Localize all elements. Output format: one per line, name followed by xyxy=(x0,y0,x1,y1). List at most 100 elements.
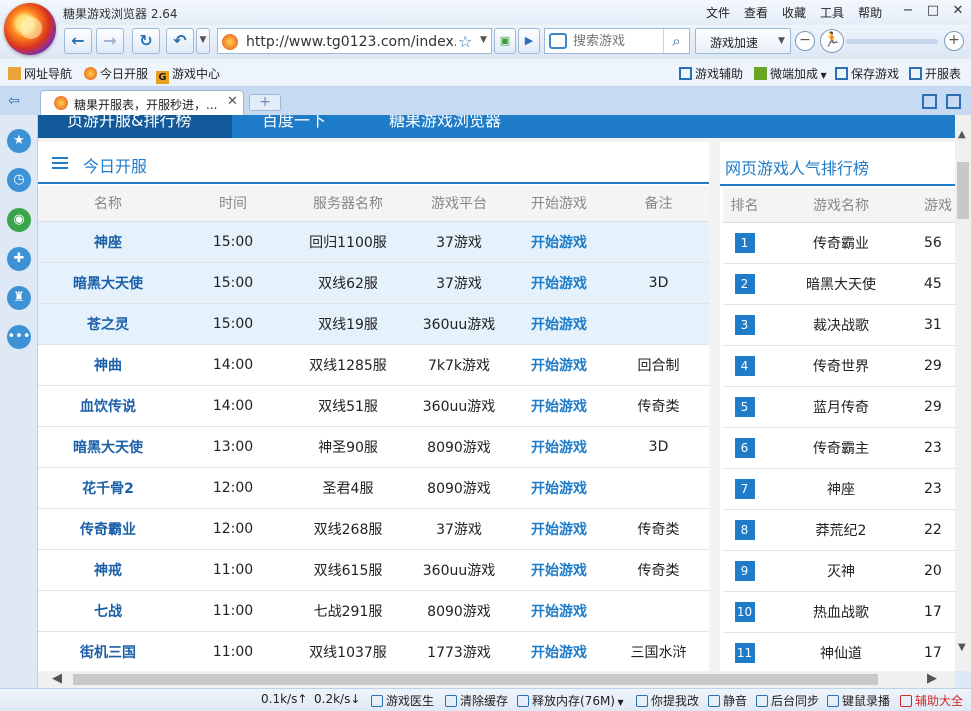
menu-file[interactable]: 文件 xyxy=(706,4,730,21)
game-name-link[interactable]: 七战 xyxy=(38,590,178,632)
game-name-link[interactable]: 街机三国 xyxy=(38,631,178,671)
game-name-link[interactable]: 暗黑大天使 xyxy=(38,426,178,468)
gamepad-icon[interactable]: ◉ xyxy=(7,208,31,232)
free-memory-button[interactable]: 释放内存(76M) ▼ xyxy=(517,692,624,709)
game-doctor-button[interactable]: 游戏医生 xyxy=(371,692,434,709)
close-window-icon[interactable]: ✕ xyxy=(948,2,968,20)
speed-increase-button[interactable]: + xyxy=(944,31,964,51)
feedback-button[interactable]: 你提我改 xyxy=(636,692,699,709)
rank-game-name[interactable]: 神仙道 xyxy=(766,632,916,671)
rank-game-name[interactable]: 裁决战歌 xyxy=(766,304,916,346)
bookmark-micro-client[interactable]: 微端加成 ▼ xyxy=(754,65,827,82)
game-speed-button[interactable]: 游戏加速 ▼ xyxy=(695,28,791,54)
forward-button[interactable]: → xyxy=(96,28,124,54)
rank-game-name[interactable]: 莽荒纪2 xyxy=(766,509,916,551)
search-icon[interactable]: ⌕ xyxy=(663,29,689,53)
start-game-link[interactable]: 开始游戏 xyxy=(510,221,608,263)
game-name-link[interactable]: 神曲 xyxy=(38,344,178,386)
background-sync-button[interactable]: 后台同步 xyxy=(756,692,819,709)
search-engine-icon[interactable] xyxy=(549,33,567,49)
search-input[interactable] xyxy=(573,32,663,50)
undo-close-button[interactable]: ↶ xyxy=(166,28,194,54)
rank-game-name[interactable]: 神座 xyxy=(766,468,916,510)
address-bar[interactable]: http://www.tg0123.com/index.h ☆ ▼ xyxy=(217,28,492,54)
site-nav-browser[interactable]: 糖果游戏浏览器 xyxy=(389,115,501,131)
bookmark-site-nav[interactable]: 网址导航 xyxy=(8,65,72,82)
site-nav-strip: 页游开服&排行榜 百度一下 糖果游戏浏览器 xyxy=(38,115,955,138)
site-nav-rank[interactable]: 页游开服&排行榜 xyxy=(67,115,191,131)
clear-cache-button[interactable]: 清除缓存 xyxy=(445,692,508,709)
go-button[interactable]: ▶ xyxy=(518,28,540,54)
new-tab-button[interactable]: + xyxy=(249,94,281,111)
medkit-icon[interactable]: ✚ xyxy=(7,247,31,271)
start-game-link[interactable]: 开始游戏 xyxy=(510,344,608,386)
rank-game-name[interactable]: 蓝月传奇 xyxy=(766,386,916,428)
bookmark-star-icon[interactable]: ☆ xyxy=(458,32,472,51)
menu-help[interactable]: 帮助 xyxy=(858,4,882,21)
scroll-left-icon[interactable]: ◀ xyxy=(52,671,62,686)
game-name-link[interactable]: 暗黑大天使 xyxy=(38,262,178,304)
start-game-link[interactable]: 开始游戏 xyxy=(510,590,608,632)
game-name-link[interactable]: 神座 xyxy=(38,221,178,263)
start-game-link[interactable]: 开始游戏 xyxy=(510,508,608,550)
chevron-down-icon[interactable]: ▼ xyxy=(778,36,785,46)
scroll-up-icon[interactable]: ▲ xyxy=(958,129,966,140)
vertical-scrollbar[interactable]: ▲ ▼ xyxy=(955,115,971,671)
undo-dropdown-icon[interactable]: ▼ xyxy=(196,28,210,54)
speed-decrease-button[interactable]: − xyxy=(795,31,815,51)
scroll-down-icon[interactable]: ▼ xyxy=(958,642,966,653)
scroll-right-icon[interactable]: ▶ xyxy=(927,671,937,686)
tab-active[interactable]: 糖果开服表，开服秒进，... ✕ xyxy=(40,90,244,115)
maximize-icon[interactable]: □ xyxy=(923,2,943,20)
start-game-link[interactable]: 开始游戏 xyxy=(510,467,608,509)
rank-game-name[interactable]: 传奇世界 xyxy=(766,345,916,387)
back-button[interactable]: ← xyxy=(64,28,92,54)
game-name-link[interactable]: 神戒 xyxy=(38,549,178,591)
start-game-link[interactable]: 开始游戏 xyxy=(510,303,608,345)
game-name-link[interactable]: 血饮传说 xyxy=(38,385,178,427)
start-game-link[interactable]: 开始游戏 xyxy=(510,262,608,304)
rank-game-name[interactable]: 传奇霸主 xyxy=(766,427,916,469)
bookmark-server-table[interactable]: 开服表 xyxy=(909,65,961,82)
rank-game-name[interactable]: 灭神 xyxy=(766,550,916,592)
assist-all-button[interactable]: 辅助大全 xyxy=(900,692,963,709)
history-clock-icon[interactable]: ◷ xyxy=(7,168,31,192)
horizontal-scroll-thumb[interactable] xyxy=(73,674,878,685)
speed-slider[interactable] xyxy=(846,39,938,44)
game-name-link[interactable]: 传奇霸业 xyxy=(38,508,178,550)
address-dropdown-icon[interactable]: ▼ xyxy=(480,35,487,45)
url-text[interactable]: http://www.tg0123.com/index.h xyxy=(246,34,456,50)
menu-tools[interactable]: 工具 xyxy=(820,4,844,21)
restore-icon[interactable] xyxy=(922,94,937,109)
compat-mode-icon[interactable]: ▣ xyxy=(494,28,516,54)
bookmark-game-center[interactable]: G 游戏中心 xyxy=(156,65,220,84)
favorites-star-icon[interactable]: ★ xyxy=(7,129,31,153)
site-nav-baidu[interactable]: 百度一下 xyxy=(262,115,326,131)
horizontal-scrollbar[interactable]: ◀ ▶ xyxy=(38,671,955,688)
sidebar-toggle-icon[interactable]: ⇦ xyxy=(8,93,20,109)
rank-game-name[interactable]: 热血战歌 xyxy=(766,591,916,633)
vertical-scroll-thumb[interactable] xyxy=(957,162,969,219)
game-name-link[interactable]: 苍之灵 xyxy=(38,303,178,345)
minimize-icon[interactable]: − xyxy=(898,2,918,20)
bookmark-game-assist[interactable]: 游戏辅助 xyxy=(679,65,743,82)
input-record-button[interactable]: 键鼠录播 xyxy=(827,692,890,709)
rank-badge: 4 xyxy=(734,355,755,376)
start-game-link[interactable]: 开始游戏 xyxy=(510,426,608,468)
bookmark-save-game[interactable]: 保存游戏 xyxy=(835,65,899,82)
game-name-link[interactable]: 花千骨2 xyxy=(38,467,178,509)
start-game-link[interactable]: 开始游戏 xyxy=(510,385,608,427)
refresh-button[interactable]: ↻ xyxy=(132,28,160,54)
start-game-link[interactable]: 开始游戏 xyxy=(510,549,608,591)
chat-bubble-icon[interactable]: ••• xyxy=(7,325,31,349)
menu-favorites[interactable]: 收藏 xyxy=(782,4,806,21)
close-all-icon[interactable] xyxy=(946,94,961,109)
mute-button[interactable]: 静音 xyxy=(708,692,747,709)
cleaner-icon[interactable]: ♜ xyxy=(7,286,31,310)
bookmark-today-open[interactable]: 今日开服 xyxy=(84,65,148,82)
menu-view[interactable]: 查看 xyxy=(744,4,768,21)
rank-game-name[interactable]: 传奇霸业 xyxy=(766,222,916,264)
rank-game-name[interactable]: 暗黑大天使 xyxy=(766,263,916,305)
start-game-link[interactable]: 开始游戏 xyxy=(510,631,608,671)
close-tab-icon[interactable]: ✕ xyxy=(227,94,238,109)
